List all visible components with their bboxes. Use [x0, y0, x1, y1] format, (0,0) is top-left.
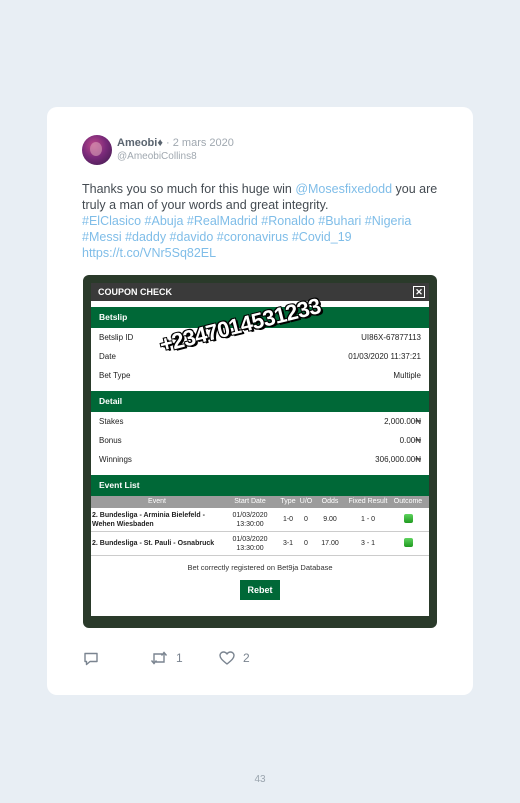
bonus-row: Bonus 0.00₦: [91, 431, 429, 450]
retweet-icon: [150, 651, 168, 665]
winnings-label: Winnings: [99, 455, 132, 464]
dialog-titlebar: COUPON CHECK ✕: [91, 283, 429, 301]
bonus-label: Bonus: [99, 436, 122, 445]
like-count: 2: [243, 651, 250, 665]
betslip-id-value: UI86X-67877113: [361, 333, 421, 342]
attached-image[interactable]: COUPON CHECK ✕ Betslip Betslip ID UI86X-…: [83, 275, 437, 628]
hashtags[interactable]: #ElClasico #Abuja #RealMadrid #Ronaldo #…: [82, 214, 411, 244]
event-fixed-result: 3 - 1: [360, 540, 375, 547]
col-event: Event: [148, 498, 166, 505]
stakes-label: Stakes: [99, 417, 124, 426]
reply-icon: [84, 652, 98, 666]
tweet-card: Ameobi♦ · 2 mars 2020 @AmeobiCollins8 Th…: [47, 107, 473, 695]
separator: ·: [166, 137, 170, 149]
date-value: 01/03/2020 11:37:21: [348, 352, 421, 361]
col-uo: U/O: [299, 498, 313, 505]
retweet-button[interactable]: 1: [150, 651, 183, 665]
tweet-url[interactable]: https://t.co/VNr5Sq82EL: [82, 246, 216, 260]
coupon-dialog: COUPON CHECK ✕ Betslip Betslip ID UI86X-…: [91, 283, 429, 616]
bet-type-label: Bet Type: [99, 371, 131, 380]
outcome-win-icon: [403, 514, 413, 523]
winnings-row: Winnings 306,000.00₦: [91, 450, 429, 469]
tweet-text-part1: Thanks you so much for this huge win: [82, 182, 296, 196]
tweet-author-row: Ameobi♦ · 2 mars 2020: [117, 137, 234, 149]
outcome-cell: [389, 538, 427, 549]
event-start: 01/03/2020 13:30:00: [232, 535, 268, 552]
rebet-button: Rebet: [240, 580, 280, 600]
like-button[interactable]: 2: [219, 651, 250, 665]
mention-link[interactable]: @Mosesfixedodd: [295, 182, 392, 196]
event-uo: 0: [304, 540, 308, 547]
page-number: 43: [254, 774, 266, 785]
event-uo: 0: [304, 516, 308, 523]
dialog-title: COUPON CHECK: [98, 287, 173, 297]
stakes-value: 2,000.00₦: [384, 417, 421, 426]
registered-note: Bet correctly registered on Bet9ja Datab…: [187, 563, 333, 572]
date-label: Date: [99, 352, 116, 361]
col-odds: Odds: [321, 498, 339, 505]
retweet-count: 1: [176, 651, 183, 665]
col-fixed-result: Fixed Result: [348, 498, 388, 505]
col-type: Type: [280, 498, 296, 505]
close-icon: ✕: [413, 286, 425, 298]
event-list-header: Event List: [91, 475, 429, 496]
user-handle[interactable]: @AmeobiCollins8: [117, 151, 197, 162]
betslip-id-label: Betslip ID: [99, 333, 134, 342]
bet-type-row: Bet Type Multiple: [91, 366, 429, 385]
tweet-text: Thanks you so much for this huge win @Mo…: [82, 181, 452, 261]
heart-icon: [219, 651, 235, 665]
table-row: 2. Bundesliga - St. Pauli - Osnabruck 01…: [91, 532, 429, 556]
event-fixed-result: 1 - 0: [360, 516, 375, 523]
event-odds: 9.00: [323, 516, 337, 523]
display-name[interactable]: Ameobi♦: [117, 137, 163, 149]
stakes-row: Stakes 2,000.00₦: [91, 412, 429, 431]
avatar[interactable]: [82, 135, 112, 165]
col-outcome: Outcome: [393, 498, 423, 505]
tweet-actions: 1 2: [83, 651, 283, 669]
event-odds: 17.00: [321, 540, 339, 547]
outcome-cell: [389, 514, 427, 525]
event-name: 2. Bundesliga - Arminia Bielefeld - Wehe…: [92, 511, 205, 528]
event-type: 1-0: [282, 516, 294, 523]
col-start-date: Start Date: [234, 498, 266, 505]
bet-type-value: Multiple: [393, 371, 421, 380]
reply-button[interactable]: [83, 651, 99, 666]
event-name: 2. Bundesliga - St. Pauli - Osnabruck: [92, 540, 215, 547]
winnings-value: 306,000.00₦: [375, 455, 421, 464]
date-row: Date 01/03/2020 11:37:21: [91, 347, 429, 366]
detail-header: Detail: [91, 391, 429, 412]
event-start: 01/03/2020 13:30:00: [232, 511, 268, 528]
event-type: 3-1: [282, 540, 294, 547]
tweet-date[interactable]: 2 mars 2020: [173, 137, 234, 149]
event-table-header: Event Start Date Type U/O Odds Fixed Res…: [91, 496, 429, 508]
bonus-value: 0.00₦: [399, 436, 421, 445]
table-row: 2. Bundesliga - Arminia Bielefeld - Wehe…: [91, 508, 429, 532]
outcome-win-icon: [403, 538, 413, 547]
